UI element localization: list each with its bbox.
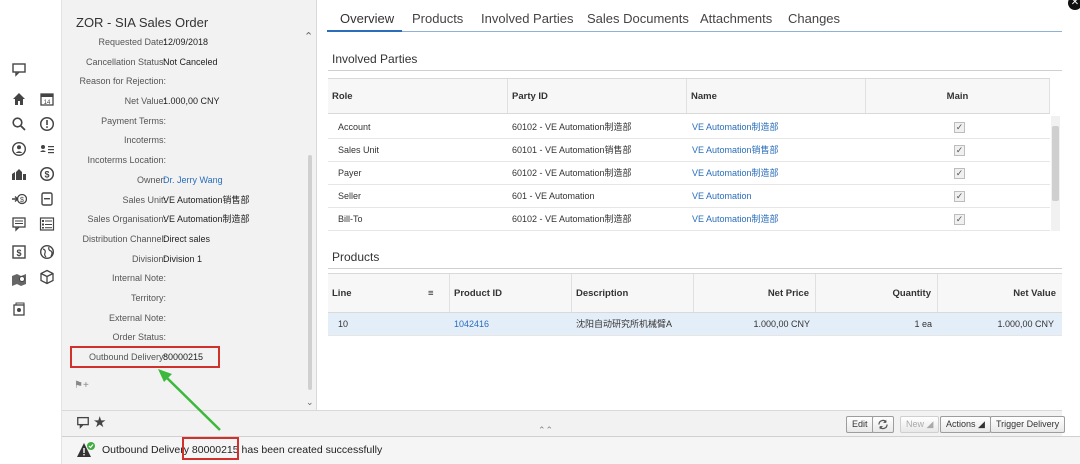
close-icon[interactable]: ✕ — [1068, 0, 1080, 10]
annotation-arrow — [158, 369, 221, 431]
